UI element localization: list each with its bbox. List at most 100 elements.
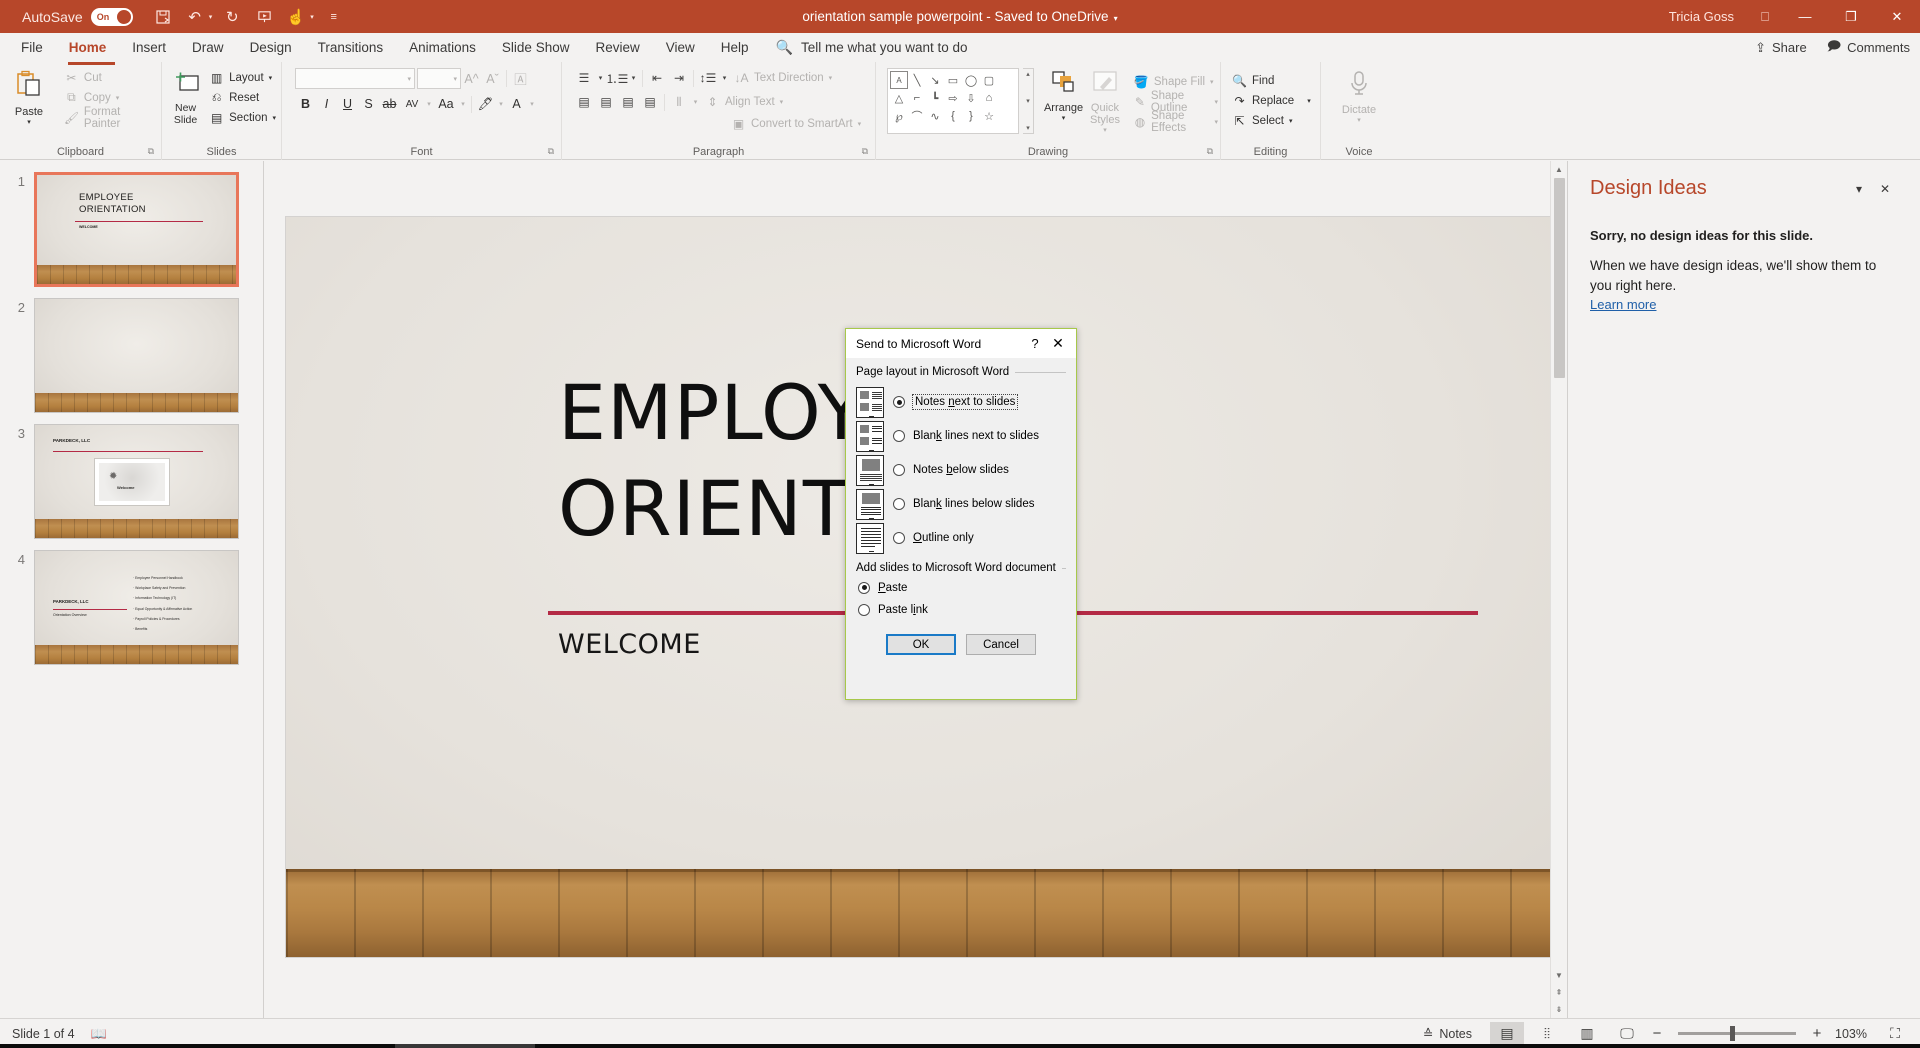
change-case-button[interactable]: Aa	[434, 94, 458, 114]
save-icon[interactable]	[149, 4, 177, 30]
shape-fill-button[interactable]: 🪣 Shape Fill ▾	[1134, 72, 1218, 91]
align-center-button[interactable]: ▤	[595, 92, 617, 112]
dialog-close-icon[interactable]: ✕	[1046, 335, 1070, 352]
font-dialog-launcher[interactable]: ⧉	[548, 143, 554, 159]
radio-blank-lines-next-to-slides[interactable]	[893, 430, 905, 442]
option-outline-only[interactable]: Outline only	[856, 521, 1066, 555]
arrange-button[interactable]: Arrange ▾	[1042, 68, 1085, 134]
touch-mode-dropdown-icon[interactable]: ▾	[310, 13, 314, 21]
character-spacing-button[interactable]: AV	[400, 94, 424, 114]
shape-effects-dropdown-icon[interactable]: ▾	[1214, 118, 1218, 126]
close-button[interactable]: ✕	[1874, 0, 1920, 33]
shape-left-brace-icon[interactable]: {	[944, 107, 962, 125]
shapes-gallery-scrollbar[interactable]: ▴ ▾ ▾	[1023, 68, 1034, 134]
italic-button[interactable]: I	[316, 94, 337, 114]
tab-draw[interactable]: Draw	[179, 36, 237, 59]
shape-flowchart-icon[interactable]: ⌂	[980, 89, 998, 107]
thumbnail-row-1[interactable]: 1 EMPLOYEE ORIENTATION WELCOME	[0, 172, 263, 287]
font-name-input[interactable]: ▾	[295, 68, 415, 89]
dictate-dropdown-icon[interactable]: ▾	[1357, 116, 1361, 124]
radio-blank-lines-below-slides[interactable]	[893, 498, 905, 510]
convert-to-smartart-button[interactable]: ▣ Convert to SmartArt ▾	[731, 114, 861, 133]
align-left-button[interactable]: ▤	[573, 92, 595, 112]
bullets-dropdown-icon[interactable]: ▾	[595, 68, 606, 88]
radio-notes-next-to-slides[interactable]	[893, 396, 905, 408]
shape-rounded-rect-icon[interactable]: ▢	[980, 71, 998, 89]
ok-button[interactable]: OK	[886, 634, 956, 655]
reset-button[interactable]: ⎌ Reset	[209, 88, 276, 107]
replace-dropdown-icon[interactable]: ▾	[1307, 97, 1311, 105]
line-spacing-dropdown-icon[interactable]: ▾	[719, 68, 730, 88]
shape-textbox-icon[interactable]: A	[890, 71, 908, 89]
paragraph-dialog-launcher[interactable]: ⧉	[862, 143, 868, 159]
undo-icon[interactable]: ↶	[181, 4, 209, 30]
shape-arc-icon[interactable]: ∿	[926, 107, 944, 125]
touch-mode-icon[interactable]: ☝	[282, 4, 310, 30]
columns-dropdown-icon[interactable]: ▾	[690, 92, 701, 112]
radio-paste[interactable]	[858, 581, 870, 594]
find-button[interactable]: 🔍 Find	[1232, 71, 1311, 90]
new-slide-button[interactable]: New Slide	[167, 68, 204, 126]
close-pane-icon[interactable]: ✕	[1872, 178, 1898, 200]
option-blank-lines-next-to-slides[interactable]: Blank lines next to slides	[856, 419, 1066, 453]
tab-home[interactable]: Home	[56, 36, 120, 59]
replace-button[interactable]: ↷ Replace ▾	[1232, 91, 1311, 110]
redo-icon[interactable]: ↻	[218, 4, 246, 30]
zoom-out-button[interactable]: −	[1650, 1025, 1664, 1042]
customize-qat-icon[interactable]: ≡	[320, 4, 348, 30]
send-to-word-dialog[interactable]: Send to Microsoft Word ? ✕ Page layout i…	[845, 328, 1077, 700]
layout-dropdown-icon[interactable]: ▾	[269, 74, 273, 82]
font-name-dropdown-icon[interactable]: ▾	[407, 75, 411, 83]
numbering-button[interactable]: ⒈☰	[606, 68, 629, 88]
section-button[interactable]: ▤ Section ▾	[209, 108, 276, 127]
font-color-dropdown-icon[interactable]: ▾	[527, 94, 537, 114]
shape-curve-icon[interactable]: ⌒	[908, 107, 926, 125]
autosave-control[interactable]: AutoSave On	[22, 7, 133, 26]
tab-animations[interactable]: Animations	[396, 36, 489, 59]
zoom-level[interactable]: 103%	[1830, 1027, 1872, 1041]
document-title-caret-icon[interactable]: ▾	[1114, 14, 1118, 23]
scroll-down-icon[interactable]: ▼	[1551, 967, 1567, 984]
text-direction-dropdown-icon[interactable]: ▾	[829, 74, 833, 82]
share-button[interactable]: ⇪ Share	[1755, 40, 1807, 56]
slide-thumbnail-3[interactable]: PARKDECK, LLC ✹ Welcome	[34, 424, 239, 539]
tab-slide-show[interactable]: Slide Show	[489, 36, 583, 59]
select-button[interactable]: ⇱ Select ▾	[1232, 111, 1311, 130]
minimize-button[interactable]: —	[1782, 0, 1828, 33]
previous-slide-icon[interactable]: ⇞	[1551, 984, 1567, 1001]
zoom-slider-handle[interactable]	[1730, 1026, 1735, 1041]
tab-transitions[interactable]: Transitions	[305, 36, 397, 59]
tab-file[interactable]: File	[8, 36, 56, 59]
line-spacing-button[interactable]: ↕☰	[697, 68, 719, 88]
slide-sorter-button[interactable]: ⦙⦙	[1530, 1022, 1564, 1046]
shape-scribble-icon[interactable]: ℘	[890, 107, 908, 125]
layout-button[interactable]: ▥ Layout ▾	[209, 68, 276, 87]
quick-styles-button[interactable]: Quick Styles ▾	[1085, 68, 1125, 134]
align-text-button[interactable]: ⇕ Align Text ▾	[705, 93, 783, 112]
justify-button[interactable]: ▤	[639, 92, 661, 112]
shape-right-brace-icon[interactable]: }	[962, 107, 980, 125]
comments-button[interactable]: 🗩 Comments	[1827, 37, 1910, 59]
user-account-name[interactable]: Tricia Goss	[1669, 9, 1734, 24]
slide-show-button[interactable]: 🖵	[1610, 1022, 1644, 1046]
radio-notes-below-slides[interactable]	[893, 464, 905, 476]
radio-paste-link[interactable]	[858, 603, 870, 616]
normal-view-button[interactable]: ▤	[1490, 1021, 1524, 1046]
bold-button[interactable]: B	[295, 94, 316, 114]
slide-thumbnail-4[interactable]: PARKDECK, LLC Orientation Overview · Emp…	[34, 550, 239, 665]
font-size-dropdown-icon[interactable]: ▾	[453, 75, 457, 83]
shape-outline-dropdown-icon[interactable]: ▾	[1214, 98, 1218, 106]
format-painter-button[interactable]: 🖌 Format Painter	[64, 106, 156, 130]
slide-subtitle-placeholder[interactable]: WELCOME	[558, 629, 701, 660]
shape-elbow-icon[interactable]: ⌐	[908, 89, 926, 107]
align-text-dropdown-icon[interactable]: ▾	[780, 98, 784, 106]
shape-line-icon[interactable]: ╲	[908, 71, 926, 89]
ribbon-display-options-icon[interactable]: ⎕	[1748, 0, 1782, 33]
bullets-button[interactable]: ☰	[573, 68, 595, 88]
shape-fill-dropdown-icon[interactable]: ▾	[1210, 78, 1214, 86]
option-paste[interactable]: Paste	[858, 579, 1066, 596]
numbering-dropdown-icon[interactable]: ▾	[628, 68, 639, 88]
thumbnail-row-4[interactable]: 4 PARKDECK, LLC Orientation Overview · E…	[0, 550, 263, 665]
tab-review[interactable]: Review	[582, 36, 652, 59]
clear-formatting-icon[interactable]: 🄰	[510, 69, 531, 89]
